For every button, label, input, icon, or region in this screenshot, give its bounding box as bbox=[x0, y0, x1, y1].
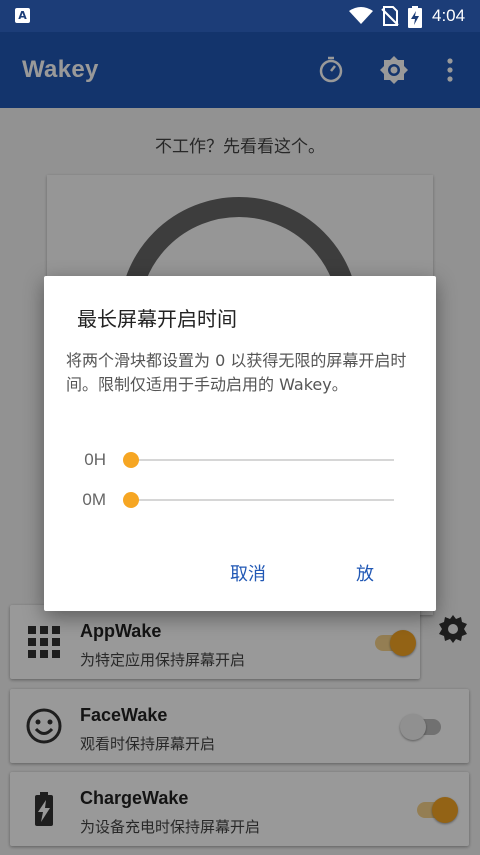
hours-slider-track[interactable] bbox=[132, 459, 394, 461]
status-bar: A 4:04 bbox=[0, 0, 480, 32]
no-sim-icon bbox=[381, 6, 399, 26]
hours-label: 0H bbox=[84, 450, 106, 469]
minutes-label: 0M bbox=[82, 490, 106, 509]
dialog-title: 最长屏幕开启时间 bbox=[77, 307, 237, 331]
app-notification-icon: A bbox=[15, 8, 30, 23]
hours-slider-row: 0H bbox=[44, 445, 436, 475]
cancel-button[interactable]: 取消 bbox=[230, 560, 266, 586]
minutes-slider-track[interactable] bbox=[132, 499, 394, 501]
max-screen-time-dialog: 最长屏幕开启时间 将两个滑块都设置为 0 以获得无限的屏幕开启时间。限制仅适用于… bbox=[44, 276, 436, 611]
hours-slider-thumb[interactable] bbox=[123, 452, 139, 468]
battery-charging-icon bbox=[408, 6, 422, 28]
status-clock: 4:04 bbox=[432, 6, 466, 25]
dialog-message: 将两个滑块都设置为 0 以获得无限的屏幕开启时间。限制仅适用于手动启用的 Wak… bbox=[66, 351, 407, 394]
ok-button[interactable]: 放 bbox=[356, 560, 374, 586]
wifi-icon bbox=[349, 7, 373, 24]
minutes-slider-row: 0M bbox=[44, 485, 436, 515]
minutes-slider-thumb[interactable] bbox=[123, 492, 139, 508]
